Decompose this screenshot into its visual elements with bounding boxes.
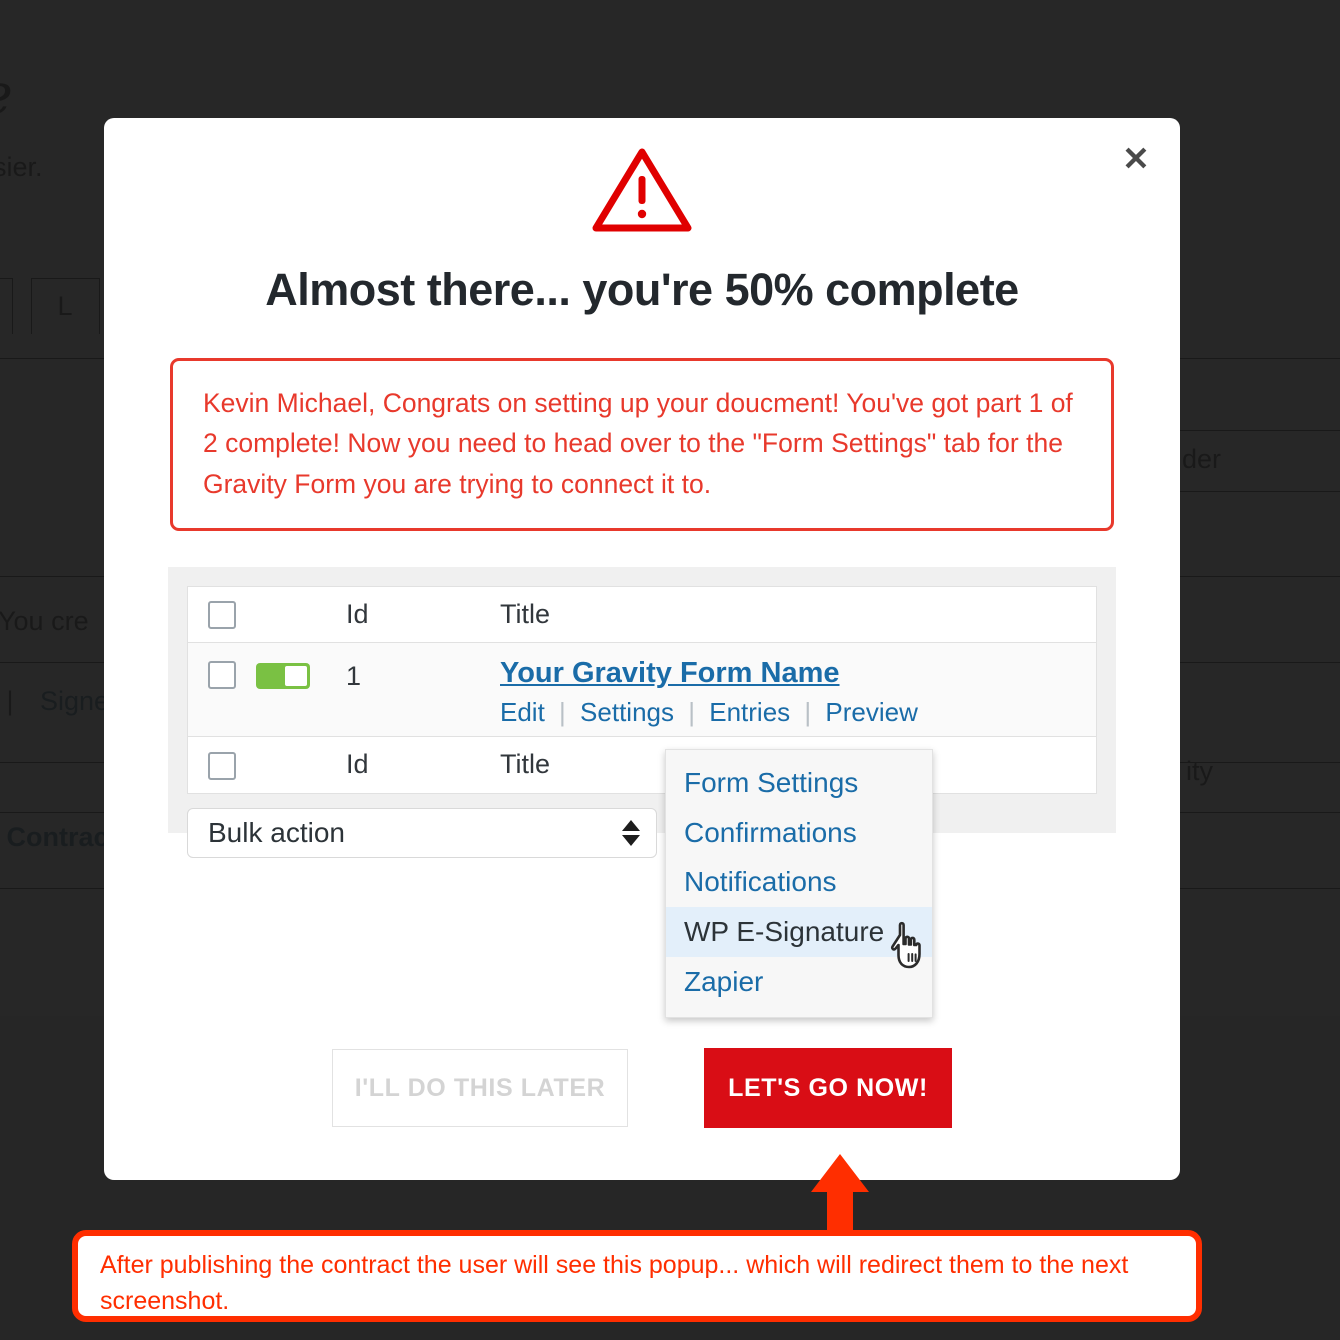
bulk-action-select[interactable]: Bulk action [187,807,657,858]
page-overlay-backdrop: re t easier. gs L der y! You cre ) | Sig… [0,0,1340,1340]
table-row: 1 Your Gravity Form Name Edit | Settings… [188,642,1096,737]
bulk-action-row: Bulk action [187,807,1097,858]
background-col-header-fragment: der [1182,444,1222,474]
annotation-text: After publishing the contract the user w… [100,1251,1129,1315]
lets-go-now-button[interactable]: LET'S GO NOW! [704,1048,952,1128]
table-header-row: Id Title [188,586,1096,643]
chevron-updown-icon [622,819,640,846]
row-action-edit[interactable]: Edit [500,697,545,727]
background-tab-0: gs [0,278,13,334]
row-toggle-cell [256,643,340,689]
dropdown-item-zapier[interactable]: Zapier [666,957,932,1007]
dropdown-item-confirmations[interactable]: Confirmations [666,808,932,858]
almost-there-modal: ✕ Almost there... you're 50% complete Ke… [104,118,1180,1180]
embedded-screenshot: Id Title 1 Your Gravity Form Name Edit |… [168,566,1116,1018]
row-actions: Edit | Settings | Entries | Preview [500,697,1096,728]
background-meta-fragment: ) | [0,686,14,716]
table-footer-row: Id Title [188,736,1096,793]
dropdown-item-notifications[interactable]: Notifications [666,857,932,907]
select-all-checkbox-cell [188,599,256,630]
alert-message-text: Kevin Michael, Congrats on setting up yo… [203,388,1073,499]
alert-message-box: Kevin Michael, Congrats on setting up yo… [170,358,1114,531]
column-header-title[interactable]: Title [500,599,1096,630]
site-tagline-fragment: t easier. [0,152,43,182]
row-checkbox-cell [188,643,256,689]
background-tabs: gs L [0,278,100,334]
select-all-footer-checkbox[interactable] [208,751,236,780]
action-separator-2: | [688,697,695,728]
settings-dropdown-menu: Form Settings Confirmations Notification… [665,748,933,1018]
dropdown-item-form-settings[interactable]: Form Settings [666,758,932,808]
form-active-toggle[interactable] [256,662,310,689]
modal-button-row: I'LL DO THIS LATER LET'S GO NOW! [104,1048,1180,1128]
annotation-callout: After publishing the contract the user w… [72,1230,1202,1322]
warning-triangle-icon [592,148,692,232]
bulk-action-value: Bulk action [208,816,345,848]
action-separator-3: | [804,697,812,728]
background-contract-fragment: e Contrac [0,822,109,852]
row-action-preview[interactable]: Preview [825,697,917,727]
row-title-cell: Your Gravity Form Name Edit | Settings |… [500,643,1096,728]
row-action-settings[interactable]: Settings [580,697,674,727]
select-all-checkbox[interactable] [208,601,236,630]
background-tab-1: L [30,278,100,334]
toggle-knob [285,665,307,686]
column-header-id[interactable]: Id [340,599,500,630]
gravity-forms-table: Id Title 1 Your Gravity Form Name Edit |… [187,585,1097,794]
row-id: 1 [346,660,362,691]
background-notice-fragment: y! You cre [0,606,89,636]
form-name-link[interactable]: Your Gravity Form Name [500,655,1096,691]
row-checkbox[interactable] [208,660,236,689]
select-all-footer-checkbox-cell [188,750,256,780]
dropdown-item-wp-e-signature[interactable]: WP E-Signature [666,907,932,958]
background-right-fragment: ity [1186,756,1213,786]
site-logo-fragment: re [0,62,13,127]
close-icon[interactable]: ✕ [1114,136,1158,180]
action-separator-1: | [559,697,566,728]
row-action-entries[interactable]: Entries [709,697,790,727]
column-footer-id[interactable]: Id [340,749,500,780]
page-title: Almost there... you're 50% complete [265,264,1019,315]
do-this-later-button[interactable]: I'LL DO THIS LATER [332,1049,628,1127]
